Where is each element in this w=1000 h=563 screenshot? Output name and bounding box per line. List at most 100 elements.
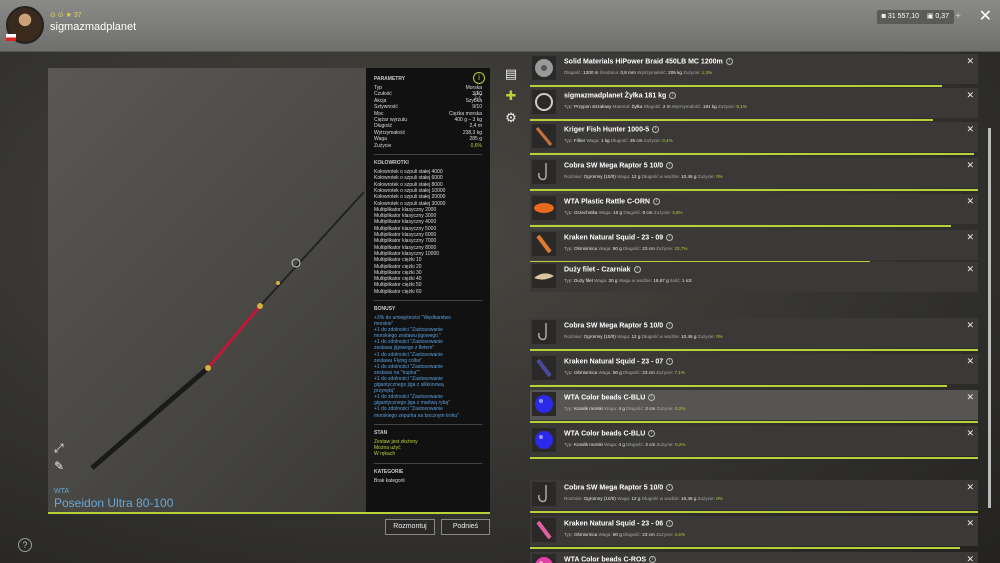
help-icon[interactable]: ?: [18, 538, 32, 552]
rod-image: [90, 191, 365, 470]
rod-details-panel: PARAMETRY Typ Morska Czułość 3/10 Akcja Szybk…: [366, 68, 490, 512]
detail-value: 12 g: [631, 174, 641, 179]
close-icon[interactable]: ✕: [979, 6, 992, 26]
info-icon[interactable]: i: [725, 58, 733, 65]
remove-icon[interactable]: ✕: [966, 482, 974, 493]
tackle-item[interactable]: WTA Color beads C-ROS i ✕: [530, 552, 978, 563]
tackle-thumbnail: [532, 554, 556, 563]
remove-icon[interactable]: ✕: [966, 232, 974, 243]
expand-icon[interactable]: ⤢: [54, 442, 66, 454]
tackle-item[interactable]: WTA Plastic Rattle C-ORN i Typ: Grzechotka…: [530, 194, 978, 227]
remove-icon[interactable]: ✕: [966, 356, 974, 367]
remove-icon[interactable]: ✕: [966, 554, 974, 563]
tackle-item[interactable]: Cobra SW Mega Raptor 5 10/0 i Rozmiar: Ogr…: [530, 158, 978, 191]
info-icon[interactable]: i: [652, 126, 660, 133]
info-icon[interactable]: i: [652, 198, 660, 205]
player-stats: ⊙ ⊙ ★ 37: [50, 12, 82, 19]
document-icon[interactable]: ▤: [503, 66, 519, 82]
tackle-item[interactable]: Duży filet - Czarniak i Typ: Duży filet Wa…: [530, 262, 978, 292]
remove-icon[interactable]: ✕: [966, 264, 974, 275]
reels-title: KOŁOWROTKI: [374, 160, 409, 167]
pickup-button[interactable]: Podnieś: [441, 519, 490, 535]
detail-value: 8 cm: [642, 210, 653, 215]
detail-value: 0%: [716, 334, 723, 339]
params-title: PARAMETRY: [374, 76, 406, 82]
detail-value: 2 cm: [645, 442, 656, 447]
tackle-details: Typ: Koralik morski Waga: 4 g Długość: 2…: [564, 442, 685, 447]
detail-value: 1,3%: [701, 70, 713, 75]
wear-bar: [530, 385, 947, 387]
info-icon[interactable]: i: [648, 430, 656, 437]
tackle-item[interactable]: Cobra SW Mega Raptor 5 10/0 i Rozmiar: Ogr…: [530, 318, 978, 351]
remove-icon[interactable]: ✕: [966, 160, 974, 171]
tackle-item[interactable]: Kraken Natural Squid - 23 - 07 i Typ: Ośmi…: [530, 354, 978, 387]
tackle-item[interactable]: WTA Color beads C-BLU i Typ: Koralik morsk…: [530, 426, 978, 459]
detail-label: Waga:: [598, 246, 613, 251]
disassemble-button[interactable]: Rozmontuj: [385, 519, 435, 535]
info-icon[interactable]: i: [666, 520, 674, 527]
detail-value: 30 g: [608, 278, 618, 283]
tackle-name-text: sigmazmadplanet Żyłka 181 kg: [564, 92, 667, 100]
detail-value: 10,46 g: [681, 496, 697, 501]
detail-label: Typ:: [564, 246, 574, 251]
detail-value: 23,7%: [674, 246, 688, 251]
tackle-item[interactable]: Solid Materials HiPower Braid 450LB MC 1…: [530, 54, 978, 87]
detail-label: Długość:: [626, 442, 646, 447]
pencil-icon[interactable]: ✎: [54, 460, 66, 472]
remove-icon[interactable]: ✕: [966, 518, 974, 529]
info-icon[interactable]: i: [666, 358, 674, 365]
detail-label: Rozmiar:: [564, 334, 584, 339]
detail-value: 12 g: [631, 496, 641, 501]
remove-icon[interactable]: ✕: [966, 90, 974, 101]
tackle-details: Typ: Ośmiornica Waga: 50 g Długość: 23 c…: [564, 370, 685, 375]
wear-bar: [530, 547, 961, 549]
remove-icon[interactable]: ✕: [966, 428, 974, 439]
info-icon[interactable]: i: [666, 322, 674, 329]
wear-bar: [530, 349, 978, 351]
info-icon[interactable]: i: [648, 394, 656, 401]
detail-value: Ośmiornica: [573, 246, 598, 251]
info-icon[interactable]: i: [669, 92, 677, 99]
info-icon[interactable]: i: [666, 484, 674, 491]
remove-icon[interactable]: ✕: [966, 124, 974, 135]
tackle-item[interactable]: WTA Color beads C-BLU i Typ: Koralik morsk…: [530, 390, 978, 423]
tackle-item[interactable]: Kraken Natural Squid - 23 - 09 i Typ: Ośmi…: [530, 230, 978, 263]
tackle-item[interactable]: sigmazmadplanet Żyłka 181 kg i Typ: Przypo…: [530, 88, 978, 121]
bonus-list: +3% do umiejętności "Wędkarstwo morskie" +…: [374, 315, 482, 419]
scrollbar[interactable]: [988, 128, 991, 508]
puzzle-icon[interactable]: ✚: [503, 88, 519, 104]
detail-label: Zużycie:: [656, 442, 675, 447]
rod-wear-bar: [48, 512, 490, 514]
tackle-item[interactable]: Kriger Fish Hunter 1000-5 i Typ: Filker Wa…: [530, 122, 978, 155]
detail-label: Waga:: [604, 406, 619, 411]
gear-icon[interactable]: ⚙: [503, 110, 519, 126]
add-currency-button[interactable]: +: [952, 10, 964, 24]
remove-icon[interactable]: ✕: [966, 320, 974, 331]
star-icon[interactable]: ☆: [472, 88, 484, 104]
remove-icon[interactable]: ✕: [966, 196, 974, 207]
tackle-thumbnail: [532, 320, 556, 344]
info-icon[interactable]: i: [473, 72, 485, 84]
detail-label: Materiał:: [612, 104, 632, 109]
tackle-name: Duży filet - Czarniak i: [564, 266, 641, 273]
info-icon[interactable]: i: [633, 266, 641, 273]
tackle-item[interactable]: Cobra SW Mega Raptor 5 10/0 i Rozmiar: Ogr…: [530, 480, 978, 513]
remove-icon[interactable]: ✕: [966, 56, 974, 67]
detail-label: Długość:: [564, 70, 584, 75]
info-icon[interactable]: i: [649, 556, 657, 563]
detail-value: 0,2%: [674, 442, 686, 447]
info-icon[interactable]: i: [666, 234, 674, 241]
detail-label: Typ:: [564, 370, 574, 375]
detail-value: Ogromny (10/0): [583, 174, 616, 179]
detail-label: Typ:: [564, 138, 574, 143]
tackle-details: Typ: Koralik morski Waga: 4 g Długość: 2…: [564, 406, 685, 411]
tackle-details: Długość: 1200 m Średnica: 0,8 mm Wytrzym…: [564, 70, 712, 75]
tackle-name: sigmazmadplanet Żyłka 181 kg i: [564, 92, 677, 100]
remove-icon[interactable]: ✕: [966, 392, 974, 403]
tackle-name: Kriger Fish Hunter 1000-5 i: [564, 126, 660, 133]
info-icon[interactable]: i: [666, 162, 674, 169]
detail-label: Długość:: [623, 532, 643, 537]
state-title: STAN: [374, 429, 388, 436]
detail-label: Ilość:: [669, 278, 682, 283]
tackle-item[interactable]: Kraken Natural Squid - 23 - 06 i Typ: Ośmi…: [530, 516, 978, 549]
